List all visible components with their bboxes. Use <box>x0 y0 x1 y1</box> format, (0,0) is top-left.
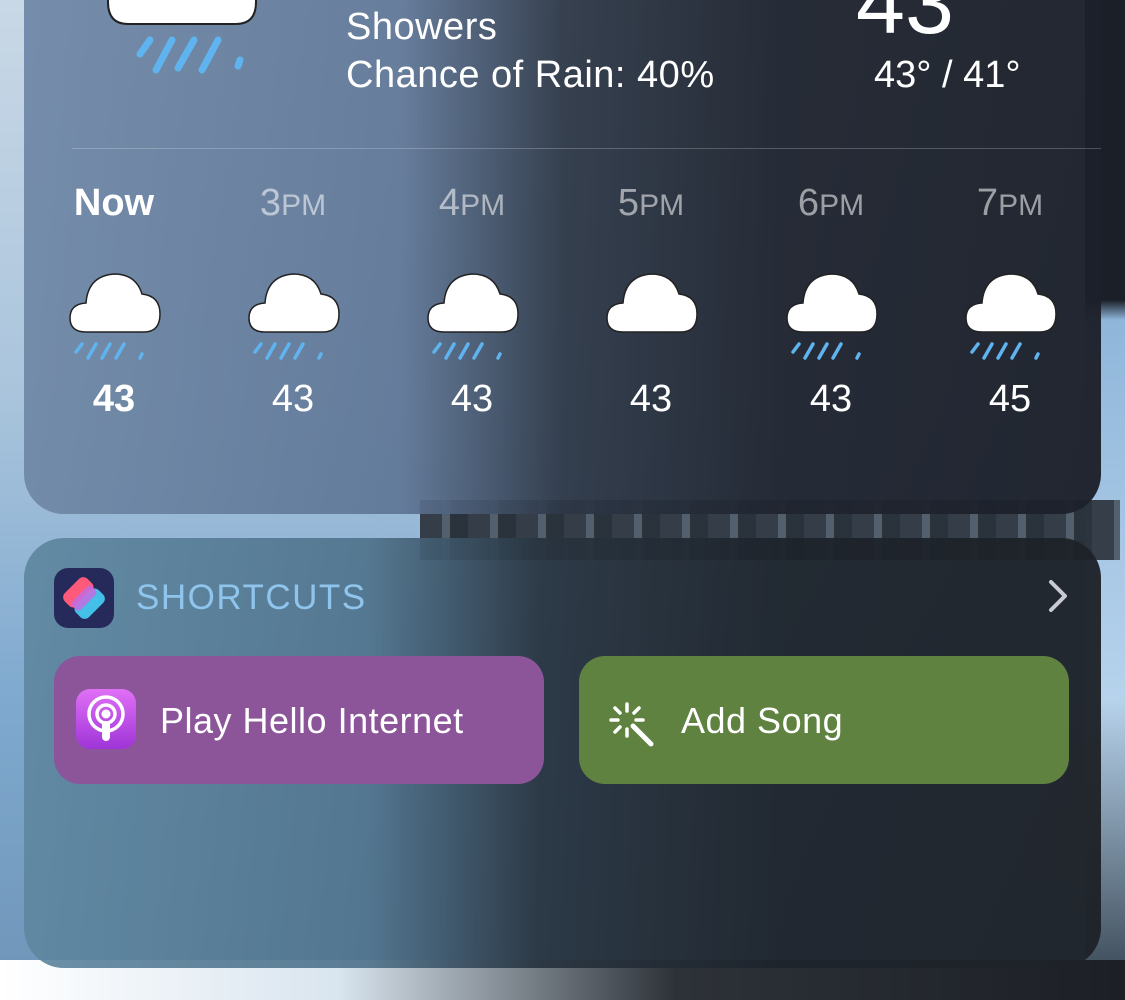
cloud-rain-icon <box>104 0 264 95</box>
hour-temp: 43 <box>629 378 673 420</box>
hour-5pm: 5PM 43 <box>561 178 741 421</box>
hour-label: 5PM <box>617 182 685 224</box>
hour-temp: 43 <box>450 378 494 420</box>
weather-condition: Showers <box>346 6 498 48</box>
hour-label: 4PM <box>438 182 506 224</box>
shortcuts-widget: SHORTCUTS Play Hello Internet Add Song <box>24 538 1101 968</box>
chance-of-rain: Chance of Rain: 40% <box>346 54 715 96</box>
hour-temp: 43 <box>271 378 315 420</box>
hour-7pm: 7PM 45 <box>920 178 1100 421</box>
hour-label: 3PM <box>259 182 327 224</box>
hour-3pm: 3PM 43 <box>203 178 383 421</box>
hour-6pm: 6PM 43 <box>741 178 921 421</box>
current-temperature: 43 <box>856 0 954 52</box>
chevron-right-icon[interactable] <box>1045 576 1071 621</box>
high-low-temperature: 43° / 41° <box>874 54 1021 96</box>
hour-temp: 43 <box>809 378 853 420</box>
shortcuts-title: SHORTCUTS <box>136 578 367 617</box>
weather-widget[interactable]: Showers Chance of Rain: 40% 43 43° / 41°… <box>24 0 1101 514</box>
hour-label: 6PM <box>797 182 865 224</box>
hour-now: Now 43 <box>24 178 204 421</box>
magic-wand-icon <box>607 700 657 755</box>
button-label: Add Song <box>681 700 844 741</box>
podcast-icon <box>76 689 136 749</box>
shortcuts-app-icon <box>54 568 114 628</box>
hourly-forecast: Now 43 3PM 43 4PM 43 5PM 43 6PM 43 7PM 4… <box>24 178 1101 478</box>
add-song-button[interactable]: Add Song <box>579 656 1069 784</box>
divider <box>72 148 1101 149</box>
hour-label: Now <box>73 182 155 224</box>
hour-temp: 43 <box>92 378 136 420</box>
button-label: Play Hello Internet <box>160 700 464 741</box>
hour-label: 7PM <box>976 182 1044 224</box>
play-hello-internet-button[interactable]: Play Hello Internet <box>54 656 544 784</box>
hour-temp: 45 <box>988 378 1032 420</box>
hour-4pm: 4PM 43 <box>382 178 562 421</box>
